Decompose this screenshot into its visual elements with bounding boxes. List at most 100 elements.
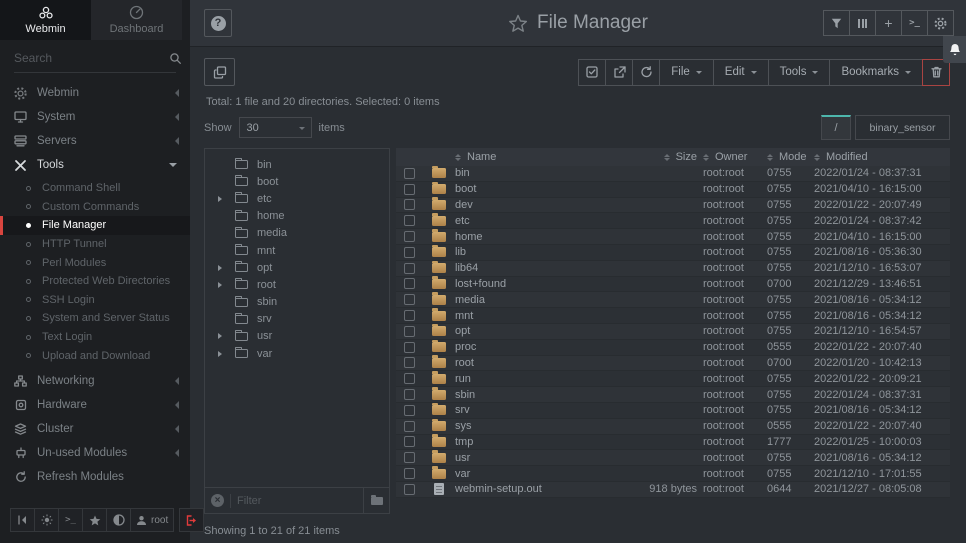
settings-button[interactable] [927, 10, 954, 36]
table-row-run[interactable]: runroot:root07552022/01/22 - 20:09:21 [396, 371, 950, 387]
table-row-lib[interactable]: libroot:root07552021/08/16 - 05:36:30 [396, 245, 950, 261]
tree-item-usr[interactable]: usr [205, 328, 389, 345]
row-checkbox[interactable] [404, 294, 415, 305]
table-row-var[interactable]: varroot:root07552021/12/10 - 17:01:55 [396, 466, 950, 482]
menu-edit[interactable]: Edit [713, 59, 769, 86]
row-checkbox[interactable] [404, 373, 415, 384]
tab-webmin[interactable]: Webmin [0, 0, 91, 40]
row-checkbox[interactable] [404, 199, 415, 210]
expand-arrow-icon[interactable] [218, 196, 231, 202]
row-checkbox[interactable] [404, 436, 415, 447]
table-row-webmin-setup.out[interactable]: webmin-setup.out918 bytesroot:root064420… [396, 482, 950, 498]
table-row-bin[interactable]: binroot:root07552022/01/24 - 08:37:31 [396, 166, 950, 182]
search-icon[interactable] [169, 52, 182, 65]
menu-tools[interactable]: Tools [768, 59, 831, 86]
row-checkbox[interactable] [404, 357, 415, 368]
sidebar-item-refresh-modules[interactable]: Refresh Modules [0, 465, 190, 489]
header-mode[interactable]: Mode [767, 151, 814, 164]
sidebar-item-system[interactable]: System [0, 105, 190, 129]
favorite-star-icon[interactable] [508, 14, 528, 33]
sidebar-item-upload-and-download[interactable]: Upload and Download [0, 346, 190, 365]
tree-filter-input[interactable] [237, 495, 363, 507]
sidebar-item-hardware[interactable]: Hardware [0, 393, 190, 417]
sidebar-item-cluster[interactable]: Cluster [0, 417, 190, 441]
sidebar-item-networking[interactable]: Networking [0, 369, 190, 393]
row-checkbox[interactable] [404, 389, 415, 400]
table-row-home[interactable]: homeroot:root07552021/04/10 - 16:15:00 [396, 229, 950, 245]
tree-item-boot[interactable]: boot [205, 173, 389, 190]
table-row-tmp[interactable]: tmproot:root17772022/01/25 - 10:00:03 [396, 435, 950, 451]
header-size[interactable]: Size [619, 151, 703, 164]
collapse-sidebar-button[interactable] [10, 508, 35, 532]
language-button[interactable] [106, 508, 131, 532]
table-row-media[interactable]: mediaroot:root07552021/08/16 - 05:34:12 [396, 292, 950, 308]
table-row-proc[interactable]: procroot:root05552022/01/22 - 20:07:40 [396, 340, 950, 356]
sidebar-item-tools[interactable]: Tools [0, 153, 190, 177]
tree-item-home[interactable]: home [205, 208, 389, 225]
sidebar-item-command-shell[interactable]: Command Shell [0, 179, 190, 198]
header-modified[interactable]: Modified [814, 151, 950, 164]
tab-dashboard[interactable]: Dashboard [91, 0, 182, 40]
theme-toggle-button[interactable] [34, 508, 59, 532]
row-checkbox[interactable] [404, 215, 415, 226]
row-checkbox[interactable] [404, 231, 415, 242]
row-checkbox[interactable] [404, 310, 415, 321]
clear-filter-icon[interactable]: × [211, 494, 224, 507]
copy-path-button[interactable] [204, 58, 235, 86]
tree-item-mnt[interactable]: mnt [205, 242, 389, 259]
row-checkbox[interactable] [404, 342, 415, 353]
tree-item-media[interactable]: media [205, 225, 389, 242]
table-row-lib64[interactable]: lib64root:root07552021/12/10 - 16:53:07 [396, 261, 950, 277]
sidebar-item-system-and-server-status[interactable]: System and Server Status [0, 309, 190, 328]
table-row-opt[interactable]: optroot:root07552021/12/10 - 16:54:57 [396, 324, 950, 340]
table-row-srv[interactable]: srvroot:root07552021/08/16 - 05:34:12 [396, 403, 950, 419]
row-checkbox[interactable] [404, 247, 415, 258]
row-checkbox[interactable] [404, 421, 415, 432]
header-name[interactable]: Name [455, 151, 619, 164]
table-row-root[interactable]: rootroot:root07002022/01/20 - 10:42:13 [396, 356, 950, 372]
header-owner[interactable]: Owner [703, 151, 767, 164]
path-search-input[interactable] [855, 115, 950, 140]
row-checkbox[interactable] [404, 405, 415, 416]
sidebar-item-servers[interactable]: Servers [0, 129, 190, 153]
menu-file[interactable]: File [659, 59, 714, 86]
table-row-dev[interactable]: devroot:root07552022/01/22 - 20:07:49 [396, 198, 950, 214]
table-row-sbin[interactable]: sbinroot:root07552022/01/24 - 08:37:31 [396, 387, 950, 403]
row-checkbox[interactable] [404, 326, 415, 337]
sidebar-item-file-manager[interactable]: File Manager [0, 216, 190, 235]
row-checkbox[interactable] [404, 168, 415, 179]
expand-arrow-icon[interactable] [218, 282, 231, 288]
sidebar-item-perl-modules[interactable]: Perl Modules [0, 253, 190, 272]
shell-button[interactable]: >_ [58, 508, 83, 532]
sidebar-item-http-tunnel[interactable]: HTTP Tunnel [0, 235, 190, 254]
tree-item-var[interactable]: var [205, 345, 389, 362]
filter-button[interactable] [823, 10, 850, 36]
row-checkbox[interactable] [404, 263, 415, 274]
sidebar-item-webmin[interactable]: Webmin [0, 81, 190, 105]
notifications-tab[interactable] [943, 36, 966, 63]
favorites-button[interactable] [82, 508, 107, 532]
user-button[interactable]: root [130, 508, 174, 532]
table-row-etc[interactable]: etcroot:root07552022/01/24 - 08:37:42 [396, 213, 950, 229]
table-row-boot[interactable]: bootroot:root07552021/04/10 - 16:15:00 [396, 182, 950, 198]
table-row-mnt[interactable]: mntroot:root07552021/08/16 - 05:34:12 [396, 308, 950, 324]
search-input[interactable] [14, 51, 169, 65]
tree-item-sbin[interactable]: sbin [205, 294, 389, 311]
tree-item-etc[interactable]: etc [205, 190, 389, 207]
expand-arrow-icon[interactable] [218, 333, 231, 339]
table-row-usr[interactable]: usrroot:root07552021/08/16 - 05:34:12 [396, 450, 950, 466]
expand-arrow-icon[interactable] [218, 265, 231, 271]
tree-folder-button[interactable] [363, 488, 389, 513]
select-all-button[interactable] [578, 59, 606, 86]
export-button[interactable] [605, 59, 633, 86]
refresh-button[interactable] [632, 59, 660, 86]
tree-item-bin[interactable]: bin [205, 156, 389, 173]
terminal-button[interactable]: >_ [901, 10, 928, 36]
tree-item-srv[interactable]: srv [205, 311, 389, 328]
row-checkbox[interactable] [404, 184, 415, 195]
sidebar-item-unused-modules[interactable]: Un-used Modules [0, 441, 190, 465]
menu-bookmarks[interactable]: Bookmarks [829, 59, 923, 86]
page-size-select[interactable]: 30 [239, 117, 312, 138]
table-row-lost+found[interactable]: lost+foundroot:root07002021/12/29 - 13:4… [396, 277, 950, 293]
add-button[interactable]: + [875, 10, 902, 36]
